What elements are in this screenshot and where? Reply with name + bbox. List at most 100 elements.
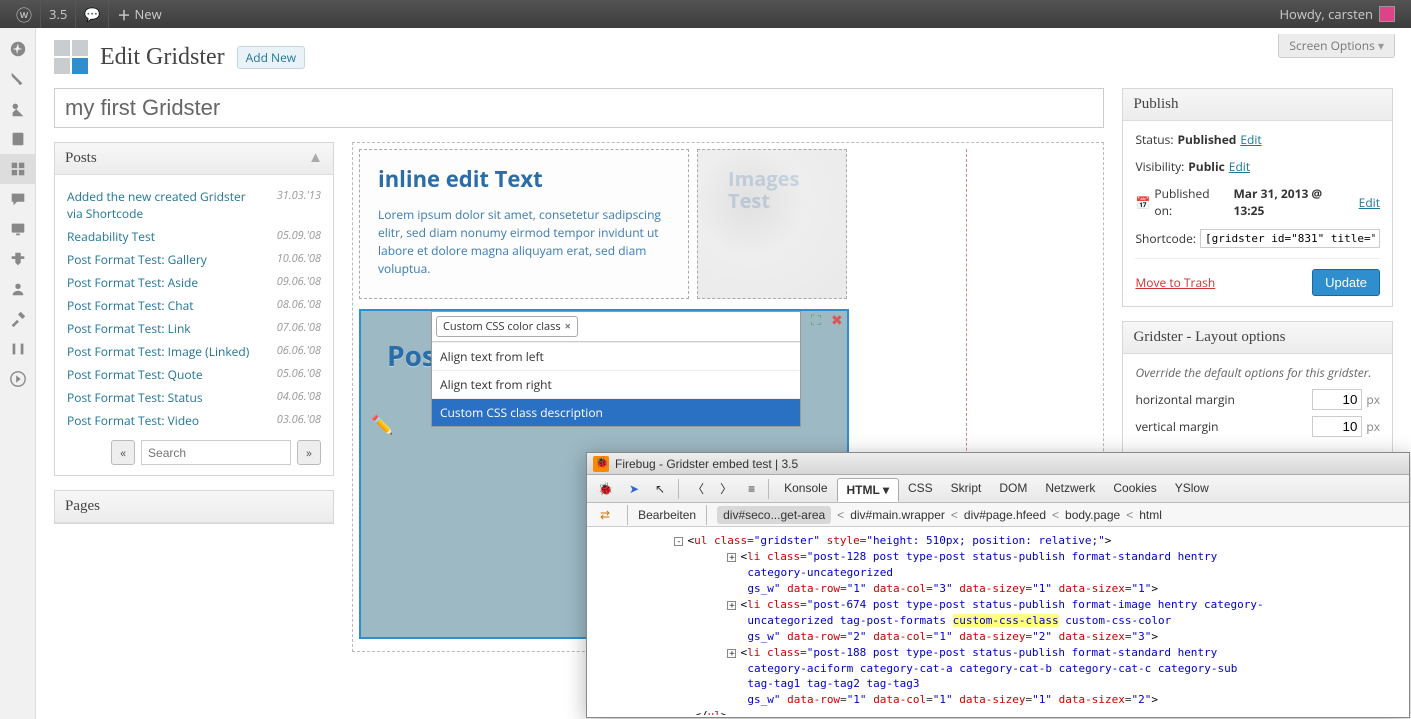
edit-date-link[interactable]: Edit: [1359, 194, 1380, 211]
firebug-crumbbar: ⇄ Bearbeiten div#seco...get-area<div#mai…: [587, 503, 1409, 527]
breadcrumb-item[interactable]: html: [1139, 508, 1162, 522]
wp-logo-icon[interactable]: ⓦ: [8, 0, 40, 28]
post-list-item[interactable]: Added the new created Gridster via Short…: [67, 185, 321, 225]
firebug-tab[interactable]: YSlow: [1166, 477, 1218, 501]
inspect-icon[interactable]: ➤: [622, 478, 646, 500]
layout-option-row: horizontal marginpx: [1135, 389, 1380, 410]
shortcode-input[interactable]: [1200, 229, 1380, 248]
post-list-item[interactable]: Post Format Test: Gallery 10.06.'08: [67, 248, 321, 271]
menu-posts-icon[interactable]: [0, 64, 36, 94]
post-link[interactable]: Readability Test: [67, 228, 155, 245]
version-link[interactable]: 3.5: [41, 0, 75, 28]
prev-page-button[interactable]: «: [111, 440, 135, 465]
remove-tag-icon[interactable]: ×: [565, 319, 571, 334]
firebug-tabs: KonsoleHTML ▾CSSSkriptDOMNetzwerkCookies…: [775, 477, 1218, 501]
breadcrumb-item[interactable]: div#main.wrapper: [850, 508, 945, 522]
edit-button[interactable]: Bearbeiten: [638, 508, 696, 522]
firebug-tab[interactable]: Konsole: [775, 477, 836, 501]
edit-status-link[interactable]: Edit: [1240, 131, 1261, 148]
forward-icon[interactable]: 〉: [713, 476, 739, 501]
layout-value-input[interactable]: [1312, 389, 1362, 410]
move-to-trash-link[interactable]: Move to Trash: [1135, 274, 1215, 291]
firebug-tab[interactable]: HTML ▾: [837, 478, 899, 502]
menu-collapse-icon[interactable]: [0, 364, 36, 394]
selected-tag-chip[interactable]: Custom CSS color class×: [436, 316, 578, 337]
post-link[interactable]: Post Format Test: Quote: [67, 366, 203, 383]
edit-visibility-link[interactable]: Edit: [1229, 158, 1250, 175]
autocomplete-option[interactable]: Align text from right: [432, 370, 800, 398]
post-link[interactable]: Post Format Test: Gallery: [67, 251, 207, 268]
autocomplete-option[interactable]: Custom CSS class description: [432, 398, 800, 426]
add-new-button[interactable]: Add New: [237, 46, 305, 69]
menu-dashboard-icon[interactable]: [0, 34, 36, 64]
firebug-title: Firebug - Gridster embed test | 3.5: [615, 457, 798, 471]
edit-icon[interactable]: ✏️: [371, 413, 393, 437]
post-link[interactable]: Added the new created Gridster via Short…: [67, 188, 257, 222]
fullscreen-icon[interactable]: ⛶: [811, 311, 827, 327]
menu-appearance-icon[interactable]: [0, 214, 36, 244]
firebug-tab[interactable]: Cookies: [1104, 477, 1165, 501]
post-link[interactable]: Post Format Test: Aside: [67, 274, 198, 291]
post-list-item[interactable]: Post Format Test: Status04.06.'08: [67, 386, 321, 409]
posts-metabox: Posts▲ Added the new created Gridster vi…: [54, 142, 334, 476]
menu-comments-icon[interactable]: [0, 184, 36, 214]
grid-widget-text[interactable]: inline edit Text Lorem ipsum dolor sit a…: [359, 149, 689, 299]
firebug-bug-icon[interactable]: 🐞: [591, 478, 620, 500]
update-button[interactable]: Update: [1312, 269, 1380, 296]
collapse-icon[interactable]: ▲: [308, 150, 323, 167]
admin-sidebar: [0, 28, 36, 719]
css-class-autocomplete[interactable]: Custom CSS color class× Align text from …: [431, 311, 801, 427]
post-date: 10.06.'08: [277, 251, 321, 266]
breadcrumb-item[interactable]: body.page: [1065, 508, 1120, 522]
menu-settings-icon[interactable]: [0, 334, 36, 364]
comments-icon[interactable]: 💬: [76, 0, 108, 28]
avatar: [1379, 6, 1395, 22]
lines-icon[interactable]: ≡: [741, 478, 762, 500]
post-link[interactable]: Post Format Test: Image (Linked): [67, 343, 249, 360]
breadcrumb-item[interactable]: div#page.hfeed: [964, 508, 1046, 522]
post-link[interactable]: Post Format Test: Status: [67, 389, 203, 406]
firebug-tab[interactable]: DOM: [990, 477, 1036, 501]
menu-gridster-icon[interactable]: [0, 154, 36, 184]
autocomplete-option[interactable]: Align text from left: [432, 342, 800, 370]
post-link[interactable]: Post Format Test: Chat: [67, 297, 194, 314]
layout-value-input[interactable]: [1312, 416, 1362, 437]
firebug-window[interactable]: Firebug - Gridster embed test | 3.5 🐞 ➤ …: [586, 452, 1410, 718]
firebug-titlebar[interactable]: Firebug - Gridster embed test | 3.5: [587, 453, 1409, 475]
widget-title: Images Test: [698, 150, 846, 212]
menu-media-icon[interactable]: [0, 94, 36, 124]
post-link[interactable]: Post Format Test: Video: [67, 412, 199, 429]
next-page-button[interactable]: »: [297, 440, 321, 465]
firebug-tab[interactable]: Skript: [942, 477, 991, 501]
post-list-item[interactable]: Readability Test05.09.'08: [67, 225, 321, 248]
post-list-item[interactable]: Post Format Test: Chat08.06.'08: [67, 294, 321, 317]
post-list-item[interactable]: Post Format Test: Aside09.06.'08: [67, 271, 321, 294]
menu-pages-icon[interactable]: [0, 124, 36, 154]
menu-plugins-icon[interactable]: [0, 244, 36, 274]
delete-icon[interactable]: ✖: [831, 311, 847, 327]
firebug-html-source[interactable]: -<ul class="gridster" style="height: 510…: [587, 527, 1409, 715]
autocomplete-list: Align text from leftAlign text from righ…: [432, 342, 800, 426]
post-list-item[interactable]: Post Format Test: Video03.06.'08: [67, 409, 321, 432]
post-list-item[interactable]: Post Format Test: Quote05.06.'08: [67, 363, 321, 386]
back-icon[interactable]: 〈: [685, 476, 711, 501]
menu-users-icon[interactable]: [0, 274, 36, 304]
post-date: 06.06.'08: [277, 343, 321, 358]
search-input[interactable]: [141, 440, 291, 465]
post-list-item[interactable]: Post Format Test: Link07.06.'08: [67, 317, 321, 340]
new-menu[interactable]: ＋New: [109, 0, 169, 28]
breadcrumb-item[interactable]: div#seco...get-area: [717, 506, 831, 524]
firebug-icon: [593, 456, 609, 472]
post-link[interactable]: Post Format Test: Link: [67, 320, 191, 337]
post-list-item[interactable]: Post Format Test: Image (Linked) 06.06.'0…: [67, 340, 321, 363]
pointer-icon[interactable]: ↖: [648, 478, 672, 500]
howdy-user[interactable]: Howdy, carsten: [1271, 0, 1403, 28]
firebug-tab[interactable]: Netzwerk: [1036, 477, 1104, 501]
menu-tools-icon[interactable]: [0, 304, 36, 334]
grid-widget-image[interactable]: Images Test: [697, 149, 847, 299]
firebug-toolbar: 🐞 ➤ ↖ 〈 〉 ≡ KonsoleHTML ▾CSSSkriptDOMNet…: [587, 475, 1409, 503]
title-input[interactable]: [54, 88, 1104, 128]
firebug-tab[interactable]: CSS: [899, 477, 942, 501]
publish-metabox: Publish Status: Published Edit Visibilit…: [1122, 88, 1393, 307]
crumb-toggle-icon[interactable]: ⇄: [593, 504, 617, 526]
